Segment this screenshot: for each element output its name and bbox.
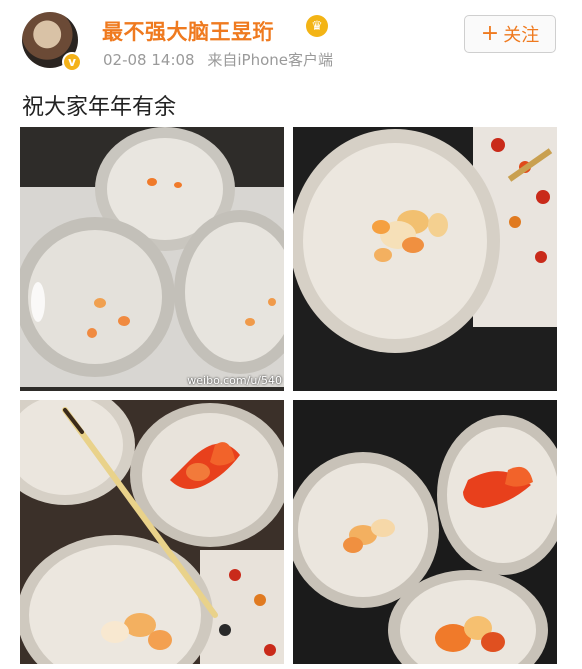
post-image-2[interactable] xyxy=(293,127,557,391)
post-time: 02-08 14:08 xyxy=(103,51,195,69)
image-grid: weibo.com/u/540 xyxy=(20,127,558,665)
dish-photo-2 xyxy=(293,127,557,391)
dish-photo-4 xyxy=(293,400,557,664)
member-crown-icon: ♛ xyxy=(306,15,328,37)
post-image-1[interactable]: weibo.com/u/540 xyxy=(20,127,284,391)
post-text: 祝大家年年有余 xyxy=(22,95,177,120)
post-image-4[interactable] xyxy=(293,400,557,664)
weibo-watermark: weibo.com/u/540 xyxy=(187,374,282,387)
dish-photo-1 xyxy=(20,127,284,391)
follow-button[interactable]: + 关注 xyxy=(464,15,556,53)
post-meta: 02-08 14:08 来自iPhone客户端 xyxy=(103,49,341,70)
plus-icon: + xyxy=(480,21,500,46)
dish-photo-3 xyxy=(20,400,284,664)
post-header: v 最不强大脑王昱珩 ♛ 02-08 14:08 来自iPhone客户端 + 关… xyxy=(0,0,582,82)
avatar[interactable]: v xyxy=(22,12,82,72)
post-image-3[interactable] xyxy=(20,400,284,664)
username[interactable]: 最不强大脑王昱珩 xyxy=(102,16,274,46)
verified-badge-icon: v xyxy=(62,52,82,72)
post-source[interactable]: 来自iPhone客户端 xyxy=(207,51,333,69)
follow-label: 关注 xyxy=(503,25,540,46)
